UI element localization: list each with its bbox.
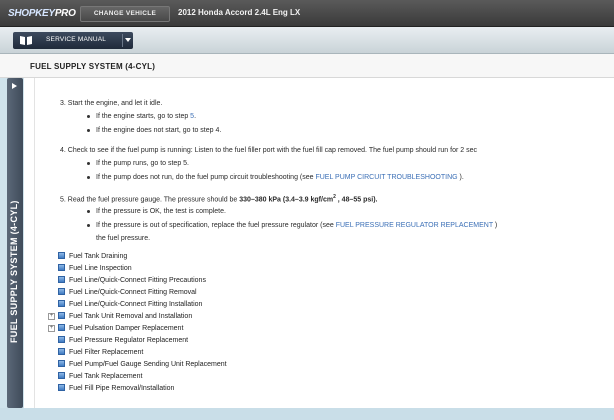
step-5-bullet-2: If the pressure is out of specification,…	[87, 222, 497, 229]
document-icon	[58, 336, 65, 343]
expand-plus-icon[interactable]: +	[48, 325, 55, 332]
document-icon	[58, 264, 65, 271]
step-4-bullet-1: If the pump runs, go to step 5.	[87, 160, 189, 167]
toc-item-label: Fuel Fill Pipe Removal/Installation	[69, 385, 175, 392]
chevron-down-icon[interactable]	[125, 38, 131, 42]
document-icon	[58, 384, 65, 391]
bottom-border	[0, 408, 614, 420]
toc-item-label: Fuel Tank Unit Removal and Installation	[69, 313, 193, 320]
bullet-dot-icon	[87, 223, 90, 227]
toc-item-label: Fuel Line/Quick-Connect Fitting Removal	[69, 289, 197, 296]
toc-item-label: Fuel Line/Quick-Connect Fitting Installa…	[69, 301, 203, 308]
bullet-dot-icon	[87, 114, 90, 118]
dropdown-divider	[122, 34, 123, 47]
toc-item-label: Fuel Tank Draining	[69, 253, 128, 260]
document-icon	[58, 288, 65, 295]
toc-item[interactable]: Fuel Pump/Fuel Gauge Sending Unit Replac…	[58, 360, 227, 368]
bullet-dot-icon	[87, 128, 90, 132]
toc-item[interactable]: Fuel Line/Quick-Connect Fitting Installa…	[58, 300, 202, 308]
toc-item[interactable]: Fuel Tank Replacement	[58, 372, 142, 380]
step-5-text-pre: 5. Read the fuel pressure gauge. The pre…	[60, 196, 240, 204]
title-bar: FUEL SUPPLY SYSTEM (4-CYL)	[0, 54, 614, 78]
bullet-dot-icon	[87, 175, 90, 179]
step-5-bullet-2-end: )	[492, 222, 498, 229]
document-icon	[58, 360, 65, 367]
step-3-bullet-1: If the engine starts, go to step 5.	[87, 113, 196, 120]
document-icon	[58, 300, 65, 307]
toc-item-label: Fuel Filter Replacement	[69, 349, 144, 356]
toc-item[interactable]: Fuel Pulsation Damper Replacement	[58, 324, 183, 332]
step-4-bullet-2-text: If the pump does not run, do the fuel pu…	[96, 174, 316, 181]
document-icon	[58, 348, 65, 355]
top-bar: SHOPKEYPRO CHANGE VEHICLE 2012 Honda Acc…	[0, 0, 614, 27]
step-4-text: 4. Check to see if the fuel pump is runn…	[60, 147, 477, 154]
toc-item[interactable]: Fuel Tank Draining	[58, 252, 127, 260]
toc-item[interactable]: Fuel Tank Unit Removal and Installation	[58, 312, 192, 320]
toc-item[interactable]: Fuel Fill Pipe Removal/Installation	[58, 384, 174, 392]
document-icon	[58, 324, 65, 331]
step-4-bullet-2-end: ).	[457, 174, 464, 181]
book-icon	[20, 36, 32, 45]
toc-item[interactable]: Fuel Line/Quick-Connect Fitting Precauti…	[58, 276, 206, 284]
step-5-bullet-1: If the pressure is OK, the test is compl…	[87, 208, 226, 215]
step-5-bullet-2-continuation: the fuel pressure.	[96, 235, 151, 242]
document-icon	[58, 276, 65, 283]
expand-plus-icon[interactable]: +	[48, 313, 55, 320]
expand-arrow-icon[interactable]	[12, 83, 17, 89]
toc-item-label: Fuel Pump/Fuel Gauge Sending Unit Replac…	[69, 361, 227, 368]
toc-item[interactable]: Fuel Line Inspection	[58, 264, 132, 272]
side-tab-label: FUEL SUPPLY SYSTEM (4-CYL)	[9, 200, 19, 343]
procedure-body: 3. Start the engine, and let it idle. If…	[34, 78, 614, 408]
logo-text-shopkey: SHOPKEY	[8, 8, 55, 19]
pressure-spec: 330–380 kPa (3.4–3.9 kgf/cm	[239, 196, 334, 204]
shopkey-pro-logo[interactable]: SHOPKEYPRO	[8, 8, 76, 20]
toc-item[interactable]: Fuel Pressure Regulator Replacement	[58, 336, 188, 344]
toc-item-label: Fuel Pressure Regulator Replacement	[69, 337, 189, 344]
document-icon	[58, 372, 65, 379]
step-3-bullet-2: If the engine does not start, go to step…	[87, 127, 221, 134]
logo-text-pro: PRO	[54, 8, 76, 19]
step-5-bullet-1-text: If the pressure is OK, the test is compl…	[96, 208, 226, 215]
page-title: FUEL SUPPLY SYSTEM (4-CYL)	[30, 62, 156, 71]
service-manual-button[interactable]: SERVICE MANUAL	[13, 32, 133, 49]
step-3-bullet-1-end: .	[194, 113, 197, 120]
step-4-bullet-2: If the pump does not run, do the fuel pu…	[87, 174, 464, 181]
toc-item[interactable]: Fuel Filter Replacement	[58, 348, 143, 356]
toc-item-label: Fuel Tank Replacement	[69, 373, 143, 380]
bullet-dot-icon	[87, 209, 90, 213]
toc-item[interactable]: Fuel Line/Quick-Connect Fitting Removal	[58, 288, 197, 296]
toc-item-label: Fuel Pulsation Damper Replacement	[69, 325, 184, 332]
vehicle-label: 2012 Honda Accord 2.4L Eng LX	[178, 8, 301, 17]
pressure-spec-psi: , 48–55 psi).	[335, 196, 378, 204]
content-pane: 3. Start the engine, and let it idle. If…	[24, 78, 614, 408]
module-toolbar: SERVICE MANUAL	[0, 27, 614, 54]
fuel-pressure-regulator-replacement-link[interactable]: FUEL PRESSURE REGULATOR REPLACEMENT	[336, 222, 493, 229]
fuel-pump-circuit-troubleshooting-link[interactable]: FUEL PUMP CIRCUIT TROUBLESHOOTING	[315, 174, 457, 181]
step-3-bullet-1-text: If the engine starts, go to step	[96, 113, 191, 120]
service-manual-label: SERVICE MANUAL	[46, 36, 107, 43]
step-3-bullet-2-text: If the engine does not start, go to step…	[96, 127, 222, 134]
step-5-bullet-2-text: If the pressure is out of specification,…	[96, 222, 336, 229]
toc-item-label: Fuel Line/Quick-Connect Fitting Precauti…	[69, 277, 206, 284]
step-4-bullet-1-text: If the pump runs, go to step 5.	[96, 160, 189, 167]
side-panel-tab[interactable]: FUEL SUPPLY SYSTEM (4-CYL)	[7, 78, 23, 408]
toc-item-label: Fuel Line Inspection	[69, 265, 132, 272]
change-vehicle-button[interactable]: CHANGE VEHICLE	[80, 6, 170, 22]
bullet-dot-icon	[87, 161, 90, 165]
document-icon	[58, 312, 65, 319]
step-5-text: 5. Read the fuel pressure gauge. The pre…	[60, 194, 377, 203]
step-3-text: 3. Start the engine, and let it idle.	[60, 100, 163, 107]
document-icon	[58, 252, 65, 259]
